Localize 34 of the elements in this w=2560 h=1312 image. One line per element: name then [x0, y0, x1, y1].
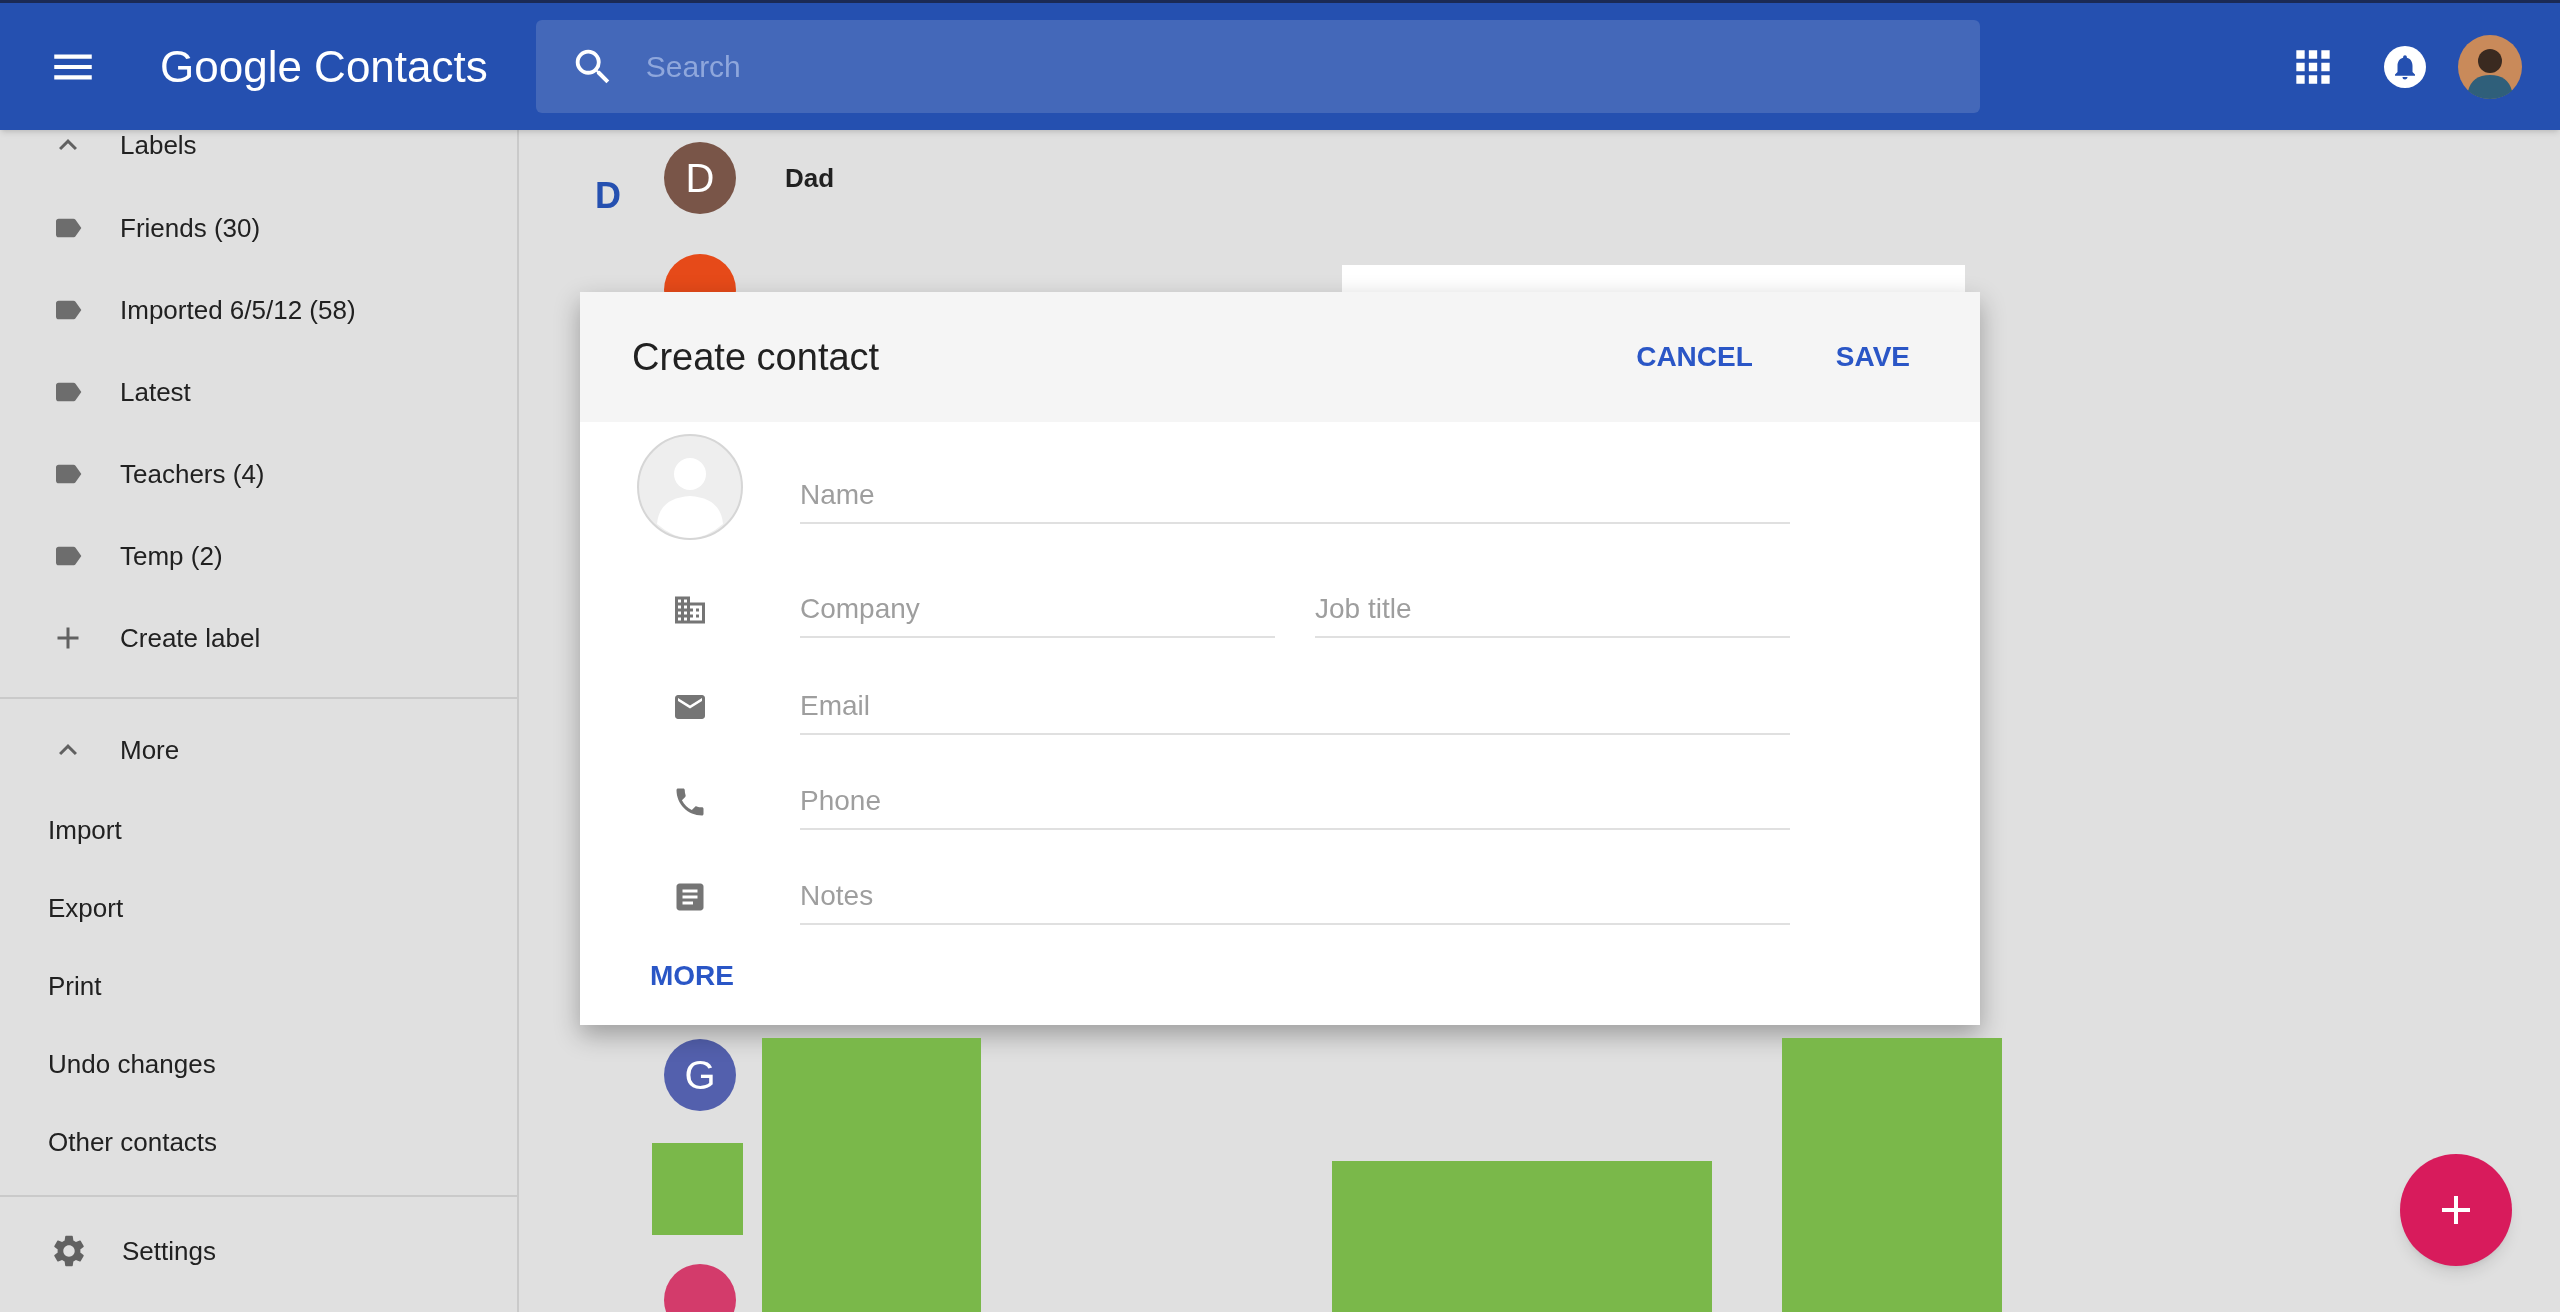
menu-item[interactable]: Import: [0, 791, 517, 869]
label-item[interactable]: Friends (30): [0, 187, 517, 269]
menu-item[interactable]: Other contacts: [0, 1103, 517, 1181]
text-field[interactable]: Job title: [1315, 582, 1790, 638]
search-field[interactable]: Search: [645, 44, 1980, 89]
menu-item[interactable]: Print: [0, 947, 517, 1025]
save-button[interactable]: SAVE: [1835, 336, 1910, 378]
section-title[interactable]: Labels: [120, 125, 197, 165]
menu-item[interactable]: Undo changes: [0, 1025, 517, 1103]
label-item[interactable]: Imported 6/5/12 (58): [0, 269, 517, 351]
text-field[interactable]: Phone: [800, 774, 1790, 830]
dialog-title: Create contact: [632, 334, 880, 380]
settings-item[interactable]: Settings: [0, 1197, 517, 1305]
contact-name[interactable]: Dad: [785, 158, 835, 198]
section-title[interactable]: More: [120, 730, 180, 770]
menu-item[interactable]: Export: [0, 869, 517, 947]
text-field[interactable]: Notes: [800, 869, 1790, 925]
label-item[interactable]: Latest: [0, 351, 517, 433]
text-field[interactable]: Company: [800, 582, 1275, 638]
cancel-button[interactable]: CANCEL: [1636, 336, 1753, 378]
search-bar[interactable]: Search: [535, 20, 1980, 113]
person-placeholder-icon: [637, 434, 743, 540]
contact-avatar: G: [664, 1039, 736, 1111]
create-label-item[interactable]: Create label: [0, 597, 517, 679]
text-field[interactable]: Email: [800, 679, 1790, 735]
contact-avatar: D: [664, 142, 736, 214]
notifications-icon[interactable]: [2384, 45, 2426, 88]
more-button[interactable]: MORE: [650, 955, 734, 997]
letter-heading: D: [595, 178, 621, 214]
text-field[interactable]: Name: [800, 468, 1790, 524]
account-avatar[interactable]: [2458, 34, 2522, 99]
app-title: Google Contacts: [160, 40, 488, 93]
label-item[interactable]: Temp (2): [0, 515, 517, 597]
label-item[interactable]: Teachers (4): [0, 433, 517, 515]
